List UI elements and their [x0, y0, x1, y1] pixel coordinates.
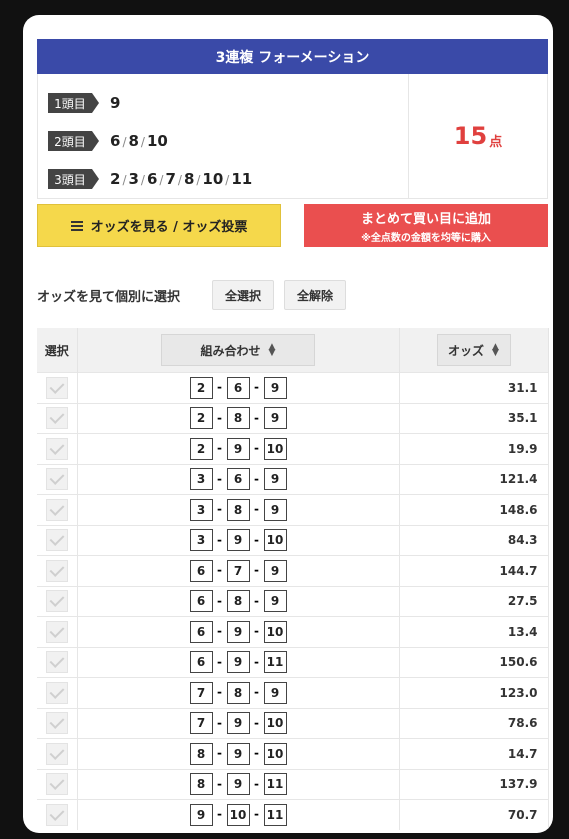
combination: 7-9-10	[77, 707, 400, 739]
formation-card: 3連複 フォーメーション 1頭目 9 2頭目 6/8/10 3頭目 2 / 3 …	[23, 15, 553, 833]
table-row[interactable]: 8-9-10 14.7	[37, 738, 549, 769]
row-checkbox[interactable]	[45, 407, 68, 430]
select-label: オッズを見て個別に選択	[37, 289, 181, 305]
row-checkbox[interactable]	[45, 620, 68, 643]
row-checkbox[interactable]	[45, 590, 68, 613]
table-row[interactable]: 6-9-11 150.6	[37, 646, 549, 678]
table-row[interactable]: 6-9-10 13.4	[37, 616, 549, 647]
odds-value: 144.7	[399, 555, 549, 586]
combination: 3-9-10	[77, 524, 400, 556]
odds-value: 70.7	[399, 799, 549, 830]
combination: 7-8-9	[77, 677, 400, 708]
combination: 2-9-10	[77, 433, 400, 464]
odds-value: 19.9	[399, 433, 549, 464]
row-checkbox[interactable]	[45, 468, 68, 491]
row-tag: 1頭目	[48, 93, 99, 113]
row-checkbox[interactable]	[45, 529, 68, 552]
page-title: 3連複 フォーメーション	[215, 49, 370, 66]
row-checkbox[interactable]	[45, 803, 68, 826]
row-tag: 2頭目	[48, 131, 99, 151]
row-checkbox[interactable]	[45, 437, 68, 460]
row-checkbox[interactable]	[45, 498, 68, 521]
formation-row-1: 1頭目 9	[38, 84, 408, 122]
combination: 6-9-10	[77, 616, 400, 647]
table-row[interactable]: 7-8-9 123.0	[37, 677, 549, 708]
row-checkbox[interactable]	[45, 742, 68, 765]
clear-all-button[interactable]: 全解除	[284, 280, 347, 310]
odds-value: 150.6	[399, 646, 549, 678]
odds-value: 84.3	[399, 524, 549, 556]
header-select: 選択	[37, 328, 78, 373]
sort-icon: ▲ ▼	[492, 342, 499, 358]
row-values: 9	[110, 94, 121, 112]
table-row[interactable]: 6-8-9 27.5	[37, 585, 549, 617]
corner-fold	[522, 39, 548, 74]
combination: 2-6-9	[77, 372, 400, 403]
combination: 9-10-11	[77, 799, 400, 830]
formation-row-3: 3頭目 2/3/6/7/8/10/11	[38, 160, 408, 198]
sort-odds-button[interactable]: オッズ ▲ ▼	[436, 334, 511, 366]
odds-value: 27.5	[399, 585, 549, 617]
combination: 6-9-11	[77, 646, 400, 678]
table-row[interactable]: 8-9-11 137.9	[37, 768, 549, 800]
combination: 3-8-9	[77, 494, 400, 525]
row-checkbox[interactable]	[45, 376, 68, 399]
odds-table: 選択 組み合わせ ▲ ▼ オッズ ▲ ▼ 2-6-9 31.1 2-8-9 35.1 2-9-1…	[37, 328, 549, 830]
odds-value: 31.1	[399, 372, 549, 403]
table-row[interactable]: 3-6-9 121.4	[37, 463, 549, 495]
odds-value: 35.1	[399, 402, 549, 434]
combination: 6-7-9	[77, 555, 400, 586]
odds-value: 121.4	[399, 463, 549, 495]
table-row[interactable]: 2-6-9 31.1	[37, 372, 549, 403]
formation-row-2: 2頭目 6/8/10	[38, 122, 408, 160]
table-row[interactable]: 9-10-11 70.7	[37, 799, 549, 830]
odds-value: 13.4	[399, 616, 549, 647]
odds-value: 14.7	[399, 738, 549, 769]
row-checkbox[interactable]	[45, 773, 68, 796]
sort-icon: ▲ ▼	[268, 342, 276, 358]
row-tag: 3頭目	[48, 169, 99, 189]
title-bar: 3連複 フォーメーション	[37, 39, 548, 74]
odds-value: 137.9	[399, 768, 549, 800]
points-count: 15 点	[408, 74, 547, 198]
combination: 6-8-9	[77, 585, 400, 617]
combination: 8-9-10	[77, 738, 400, 769]
view-odds-button[interactable]: オッズを見る / オッズ投票	[37, 204, 281, 247]
add-all-button[interactable]: まとめて買い目に追加 ※全点数の金額を均等に購入	[304, 204, 548, 247]
table-row[interactable]: 7-9-10 78.6	[37, 707, 549, 739]
table-row[interactable]: 2-8-9 35.1	[37, 402, 549, 434]
row-values: 6/8/10	[110, 132, 168, 150]
table-row[interactable]: 3-9-10 84.3	[37, 524, 549, 556]
odds-value: 148.6	[399, 494, 549, 525]
row-checkbox[interactable]	[45, 712, 68, 735]
list-icon	[70, 219, 83, 233]
row-checkbox[interactable]	[45, 681, 68, 704]
combination: 2-8-9	[77, 402, 400, 434]
formation-summary: 1頭目 9 2頭目 6/8/10 3頭目 2/3/6/7/8/10/11 15 …	[37, 74, 548, 199]
row-values: 2/3/6/7/8/10/11	[110, 170, 253, 188]
odds-value: 123.0	[399, 677, 549, 708]
table-row[interactable]: 3-8-9 148.6	[37, 494, 549, 525]
sort-combo-button[interactable]: 組み合わせ ▲ ▼	[161, 334, 315, 366]
table-row[interactable]: 6-7-9 144.7	[37, 555, 549, 586]
table-row[interactable]: 2-9-10 19.9	[37, 433, 549, 464]
row-checkbox[interactable]	[45, 559, 68, 582]
select-all-button[interactable]: 全選択	[212, 280, 275, 310]
odds-value: 78.6	[399, 707, 549, 739]
combination: 3-6-9	[77, 463, 400, 495]
combination: 8-9-11	[77, 768, 400, 800]
row-checkbox[interactable]	[45, 651, 68, 674]
